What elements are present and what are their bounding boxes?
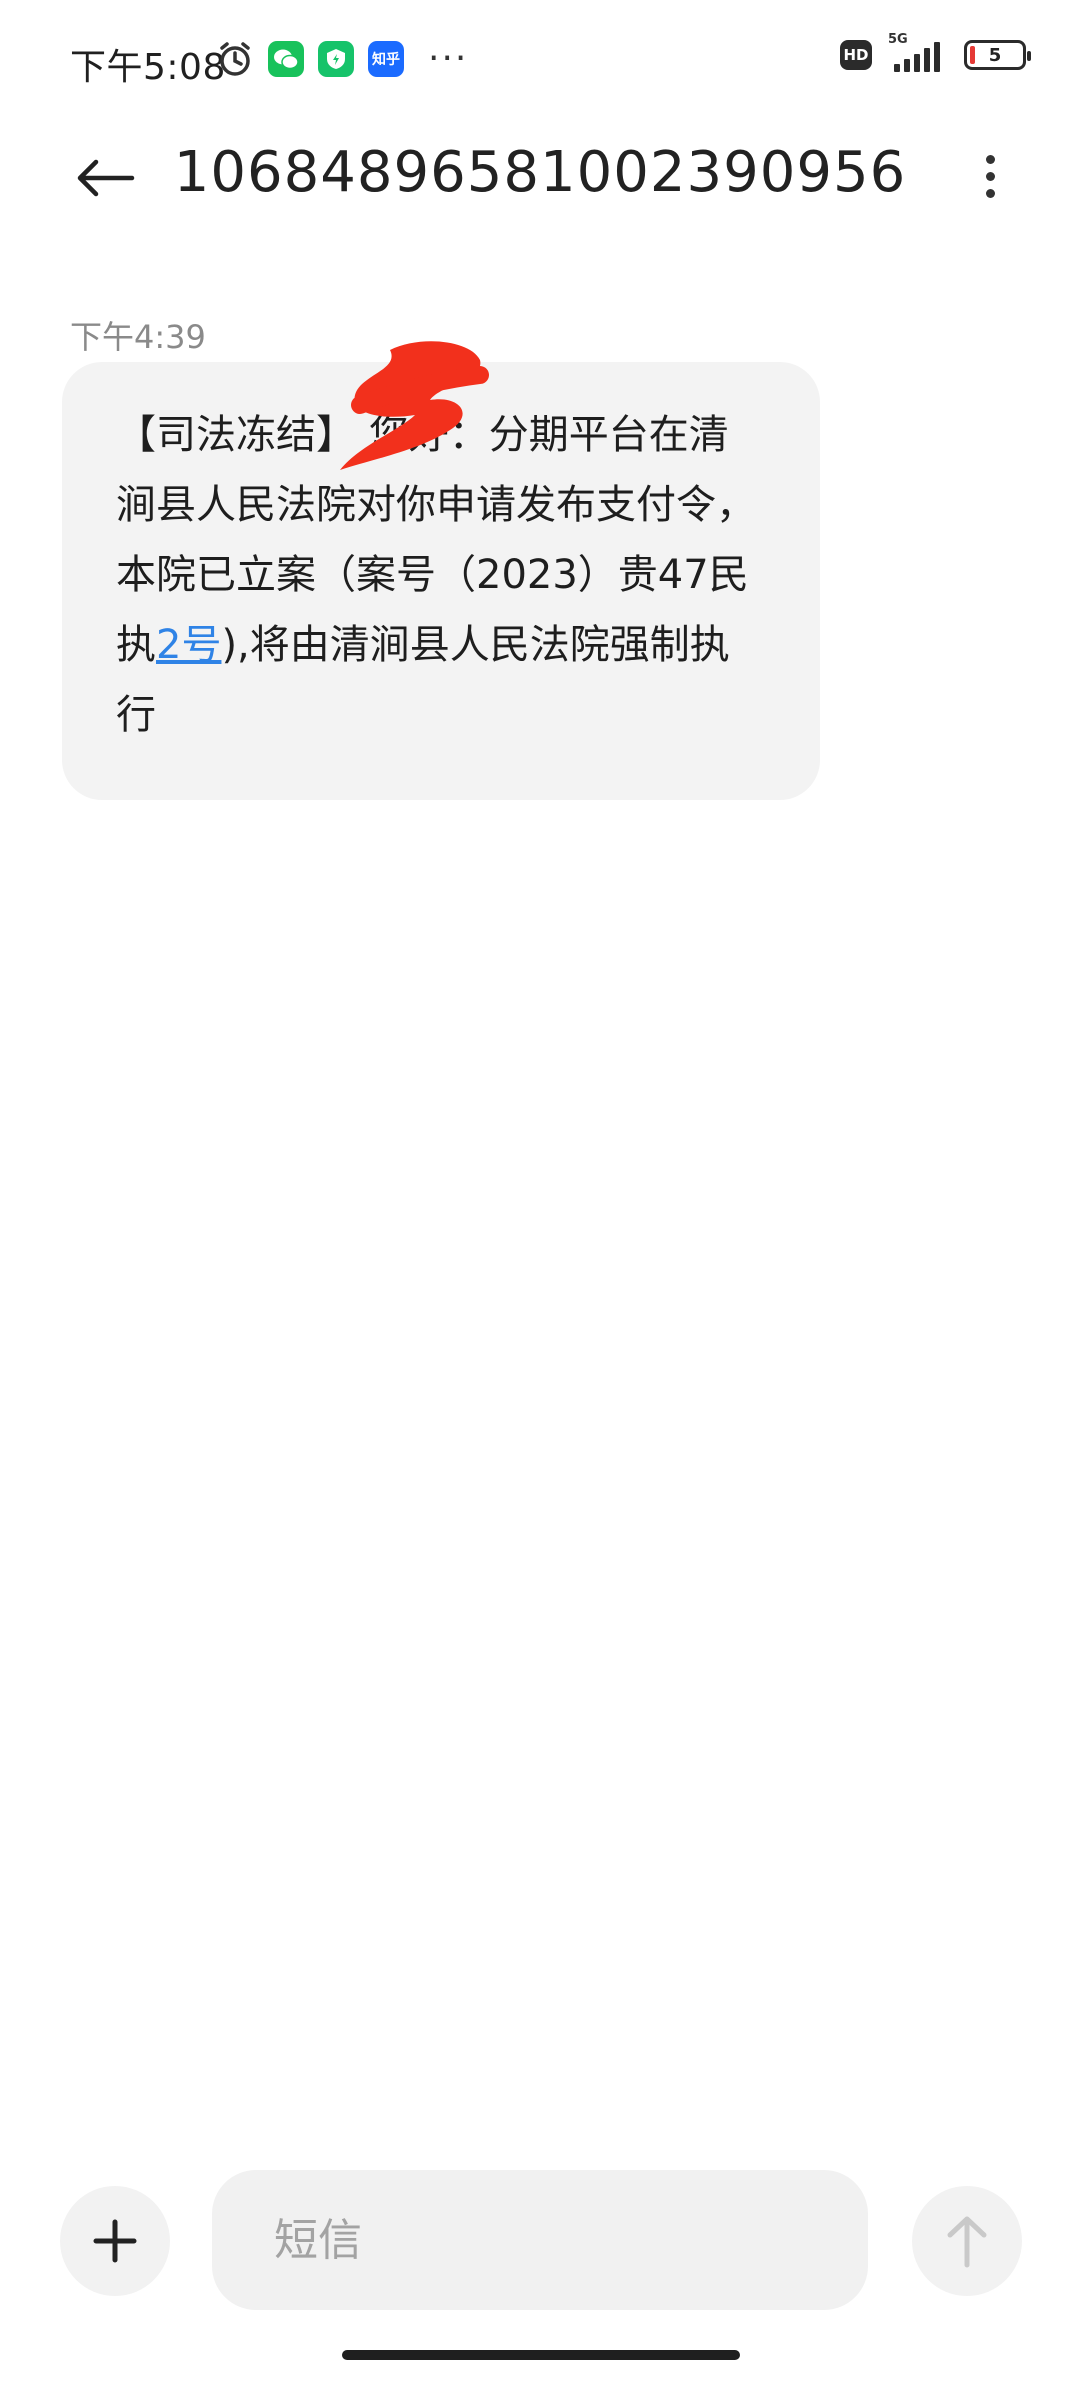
zhihu-icon: 知乎	[368, 40, 404, 77]
shield-icon	[318, 40, 354, 77]
status-time: 下午5:08	[70, 47, 226, 88]
send-button[interactable]	[912, 2186, 1022, 2296]
plus-icon	[93, 2219, 137, 2263]
alarm-icon	[220, 41, 250, 76]
sms-input[interactable]	[212, 2170, 868, 2310]
status-app-icons: 知乎 ···	[216, 38, 468, 79]
battery-level: 5	[988, 44, 1002, 66]
more-notifications-icon: ···	[428, 38, 469, 79]
arrow-up-icon	[947, 2216, 987, 2268]
message-timestamp: 下午4:39	[70, 318, 206, 356]
message-composer	[0, 2160, 1080, 2310]
home-indicator[interactable]	[342, 2350, 740, 2360]
wechat-icon	[268, 40, 304, 77]
redaction-scribble	[340, 341, 489, 470]
message-link[interactable]: 2号	[156, 622, 221, 668]
status-system-icons: HD 5G 5	[840, 32, 1031, 72]
more-options-button[interactable]	[970, 146, 1010, 206]
hd-badge: HD	[840, 40, 872, 70]
signal-icon: 5G	[888, 32, 948, 72]
conversation-header: 106848965810023909​56	[0, 120, 1080, 230]
contact-number-title: 106848965810023909​56	[173, 140, 907, 205]
add-attachment-button[interactable]	[60, 2186, 170, 2296]
more-vertical-icon	[985, 154, 995, 164]
status-bar: 下午5:08 知乎 ··· HD 5G 5	[0, 0, 1080, 120]
battery-icon: 5	[964, 40, 1031, 70]
